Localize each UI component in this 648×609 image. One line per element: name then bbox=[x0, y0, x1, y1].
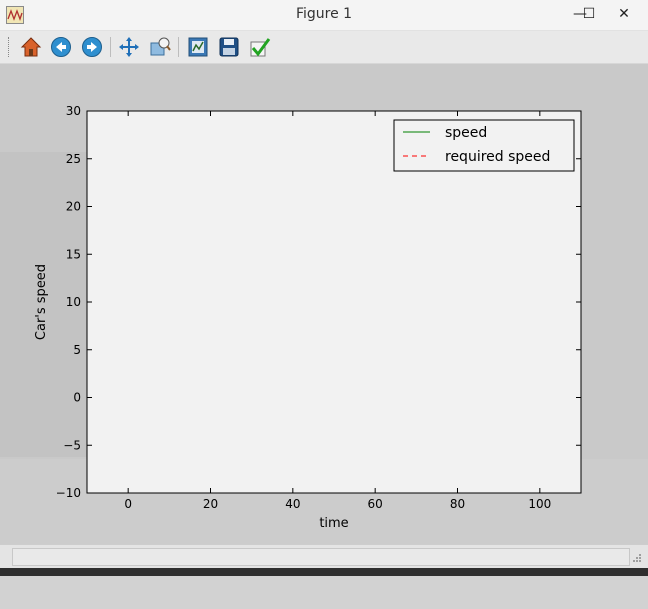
figure-window: Figure 1 — ☐ ✕ 0 20 40 60 80 100 −10 −5 … bbox=[0, 0, 648, 609]
toolbar-separator bbox=[178, 37, 179, 57]
legend: speed required speed bbox=[393, 119, 575, 172]
pan-icon[interactable] bbox=[117, 35, 141, 59]
toolbar-separator bbox=[110, 37, 111, 57]
forward-icon[interactable] bbox=[80, 35, 104, 59]
x-tick-label: 20 bbox=[203, 497, 218, 511]
title-bar[interactable]: Figure 1 — ☐ ✕ bbox=[0, 0, 648, 31]
legend-label-speed: speed bbox=[445, 125, 487, 141]
x-axis-label: time bbox=[319, 516, 348, 531]
x-tick-label: 80 bbox=[450, 497, 465, 511]
y-axis-label: Car's speed bbox=[34, 264, 49, 340]
home-icon[interactable] bbox=[19, 35, 43, 59]
close-button[interactable]: ✕ bbox=[610, 4, 638, 24]
subplots-icon[interactable] bbox=[186, 35, 210, 59]
y-tick-label: 30 bbox=[66, 104, 81, 118]
y-tick-label: 15 bbox=[66, 247, 81, 261]
save-icon[interactable] bbox=[217, 35, 241, 59]
toolbar-grip[interactable] bbox=[8, 37, 12, 57]
taskbar-edge bbox=[0, 568, 648, 576]
x-tick-label: 60 bbox=[368, 497, 383, 511]
legend-label-required-speed: required speed bbox=[445, 149, 550, 165]
y-tick-label: 5 bbox=[73, 343, 81, 357]
resize-grip-icon[interactable] bbox=[632, 553, 642, 563]
plot-svg[interactable]: 0 20 40 60 80 100 −10 −5 0 5 10 15 20 25 30 time Car's… bbox=[0, 64, 648, 544]
x-tick-label: 0 bbox=[124, 497, 132, 511]
y-tick-label: 10 bbox=[66, 295, 81, 309]
navigation-toolbar bbox=[0, 31, 648, 64]
edit-icon[interactable] bbox=[248, 35, 272, 59]
y-tick-label: 0 bbox=[73, 391, 81, 405]
y-tick-label: −5 bbox=[63, 438, 81, 452]
window-title: Figure 1 bbox=[295, 6, 353, 22]
back-icon[interactable] bbox=[49, 35, 73, 59]
status-message-field bbox=[12, 548, 630, 566]
zoom-icon[interactable] bbox=[148, 35, 172, 59]
x-tick-label: 40 bbox=[285, 497, 300, 511]
x-tick-label: 100 bbox=[528, 497, 551, 511]
y-tick-label: −10 bbox=[56, 486, 81, 500]
y-tick-label: 20 bbox=[66, 200, 81, 214]
figure-canvas[interactable]: 0 20 40 60 80 100 −10 −5 0 5 10 15 20 25 30 time Car's… bbox=[0, 64, 648, 609]
maximize-button[interactable]: ☐ bbox=[578, 4, 600, 24]
y-tick-label: 25 bbox=[66, 152, 81, 166]
status-bar bbox=[0, 544, 648, 569]
